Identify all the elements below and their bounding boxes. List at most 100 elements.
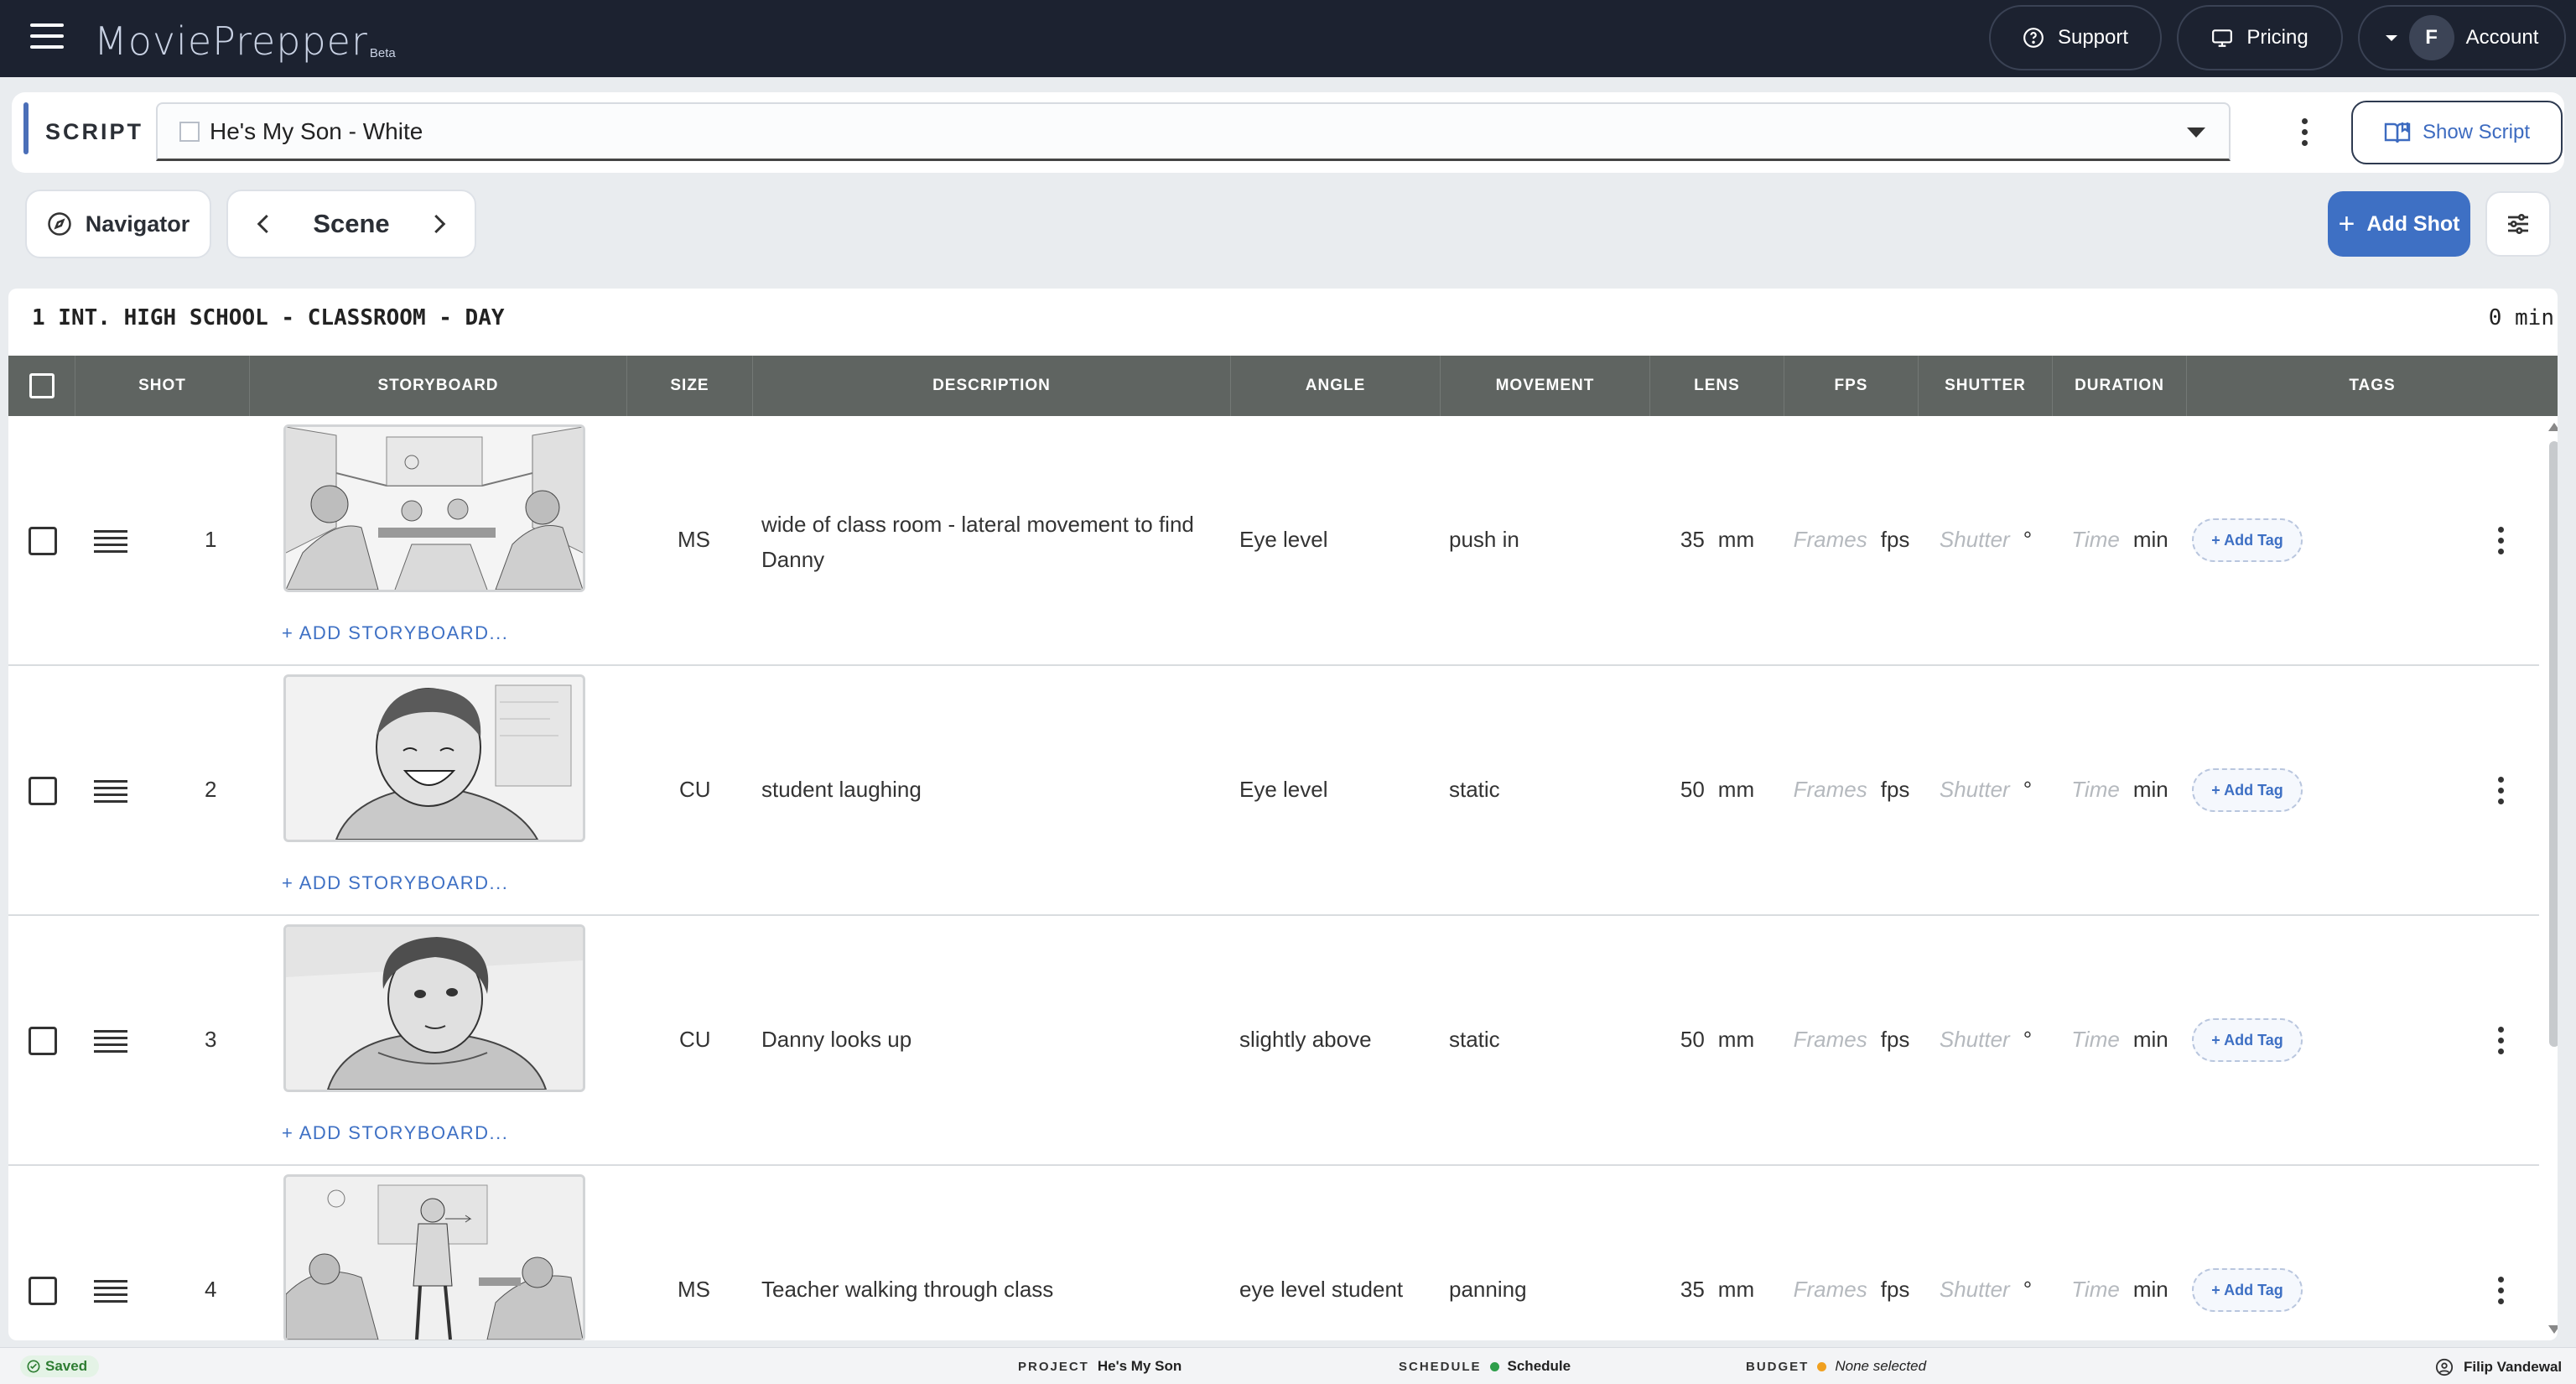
scroll-down-icon[interactable]: [2548, 1325, 2558, 1334]
column-header-duration[interactable]: DURATION: [2053, 356, 2187, 416]
lens-field[interactable]: 35 mm: [1652, 1277, 1783, 1303]
shot-size[interactable]: MS: [678, 527, 710, 553]
add-tag-button[interactable]: + Add Tag: [2192, 518, 2303, 562]
shot-angle[interactable]: eye level student: [1239, 1277, 1403, 1303]
shot-size[interactable]: MS: [678, 1277, 710, 1303]
drag-handle-icon[interactable]: [94, 530, 127, 557]
shot-description[interactable]: Danny looks up: [761, 1027, 911, 1053]
dropdown-arrow-icon: [2187, 127, 2205, 138]
duration-field[interactable]: Time min: [2054, 527, 2185, 553]
shot-number: 4: [205, 1277, 217, 1302]
column-header-angle[interactable]: ANGLE: [1231, 356, 1441, 416]
storyboard-image[interactable]: [283, 424, 585, 592]
duration-unit: min: [2132, 527, 2168, 552]
shutter-field[interactable]: Shutter °: [1920, 1277, 2051, 1303]
support-button[interactable]: Support: [1989, 5, 2162, 70]
lens-field[interactable]: 35 mm: [1652, 527, 1783, 553]
drag-handle-icon[interactable]: [94, 1280, 127, 1307]
duration-placeholder: Time: [2071, 1277, 2120, 1302]
script-select[interactable]: He's My Son - White: [156, 102, 2231, 161]
shutter-placeholder: Shutter: [1939, 777, 2010, 802]
fps-field[interactable]: Frames fps: [1786, 1277, 1917, 1303]
navigator-button[interactable]: Navigator: [25, 190, 211, 258]
column-header-fps[interactable]: FPS: [1784, 356, 1919, 416]
pricing-button[interactable]: Pricing: [2177, 5, 2343, 70]
project-status[interactable]: PROJECT He's My Son: [1018, 1358, 1182, 1375]
lens-value: 50: [1680, 1027, 1705, 1052]
project-label: PROJECT: [1018, 1359, 1089, 1374]
fps-field[interactable]: Frames fps: [1786, 1027, 1917, 1053]
shutter-field[interactable]: Shutter °: [1920, 777, 2051, 803]
scene-navigator: Scene: [226, 190, 476, 258]
add-storyboard-link[interactable]: + ADD STORYBOARD...: [282, 1122, 508, 1144]
app-logo[interactable]: MoviePrepper Beta: [94, 10, 396, 64]
storyboard-image[interactable]: [283, 1174, 585, 1340]
column-header-storyboard[interactable]: STORYBOARD: [250, 356, 627, 416]
duration-field[interactable]: Time min: [2054, 1027, 2185, 1053]
account-button[interactable]: F Account: [2358, 5, 2566, 70]
budget-value: None selected: [1835, 1358, 1927, 1374]
storyboard-image[interactable]: [283, 924, 585, 1092]
duration-field[interactable]: Time min: [2054, 777, 2185, 803]
shot-description[interactable]: student laughing: [761, 777, 922, 803]
drag-handle-icon[interactable]: [94, 780, 127, 807]
shot-angle[interactable]: Eye level: [1239, 777, 1328, 803]
column-header-shutter[interactable]: SHUTTER: [1919, 356, 2053, 416]
shutter-field[interactable]: Shutter °: [1920, 527, 2051, 553]
column-settings-button[interactable]: [2485, 191, 2551, 257]
row-more-menu-icon[interactable]: [2490, 1023, 2511, 1057]
shot-movement[interactable]: panning: [1449, 1277, 1527, 1303]
duration-field[interactable]: Time min: [2054, 1277, 2185, 1303]
shot-checkbox[interactable]: [29, 1277, 57, 1305]
scroll-up-icon[interactable]: [2548, 423, 2558, 431]
add-tag-button[interactable]: + Add Tag: [2192, 1268, 2303, 1312]
shot-checkbox[interactable]: [29, 1027, 57, 1055]
select-all-checkbox[interactable]: [29, 373, 55, 398]
column-header-shot[interactable]: SHOT: [75, 356, 250, 416]
drag-handle-icon[interactable]: [94, 1030, 127, 1057]
shot-checkbox[interactable]: [29, 777, 57, 805]
row-more-menu-icon[interactable]: [2490, 1273, 2511, 1307]
add-storyboard-link[interactable]: + ADD STORYBOARD...: [282, 622, 508, 644]
shot-angle[interactable]: slightly above: [1239, 1027, 1372, 1053]
schedule-value: Schedule: [1507, 1358, 1571, 1374]
shot-description[interactable]: wide of class room - lateral movement to…: [761, 507, 1214, 577]
add-tag-button[interactable]: + Add Tag: [2192, 768, 2303, 812]
plus-icon: +: [2338, 208, 2355, 240]
menu-icon[interactable]: [30, 23, 64, 52]
row-more-menu-icon[interactable]: [2490, 773, 2511, 807]
chevron-left-icon[interactable]: [252, 211, 277, 237]
column-header-size[interactable]: SIZE: [627, 356, 753, 416]
script-more-menu-icon[interactable]: [2286, 107, 2323, 156]
shot-movement[interactable]: static: [1449, 777, 1500, 803]
shot-movement[interactable]: static: [1449, 1027, 1500, 1053]
add-tag-button[interactable]: + Add Tag: [2192, 1018, 2303, 1062]
shot-movement[interactable]: push in: [1449, 527, 1519, 553]
schedule-status[interactable]: SCHEDULE Schedule: [1399, 1358, 1571, 1375]
scrollbar-thumb[interactable]: [2549, 441, 2558, 1047]
show-script-button[interactable]: Show Script: [2351, 101, 2563, 164]
fps-unit: fps: [1880, 1027, 1910, 1052]
user-status[interactable]: Filip Vandewal: [2435, 1358, 2562, 1376]
shot-checkbox[interactable]: [29, 527, 57, 555]
shutter-field[interactable]: Shutter °: [1920, 1027, 2051, 1053]
row-more-menu-icon[interactable]: [2490, 523, 2511, 557]
budget-status[interactable]: BUDGET None selected: [1746, 1358, 1926, 1375]
fps-field[interactable]: Frames fps: [1786, 527, 1917, 553]
shot-size[interactable]: CU: [679, 777, 711, 803]
column-header-tags[interactable]: TAGS: [2187, 356, 2558, 416]
column-header-description[interactable]: DESCRIPTION: [753, 356, 1231, 416]
storyboard-image[interactable]: [283, 674, 585, 842]
shot-list-scrollbar[interactable]: [2546, 416, 2558, 1340]
add-storyboard-link[interactable]: + ADD STORYBOARD...: [282, 872, 508, 894]
column-header-lens[interactable]: LENS: [1650, 356, 1784, 416]
lens-field[interactable]: 50 mm: [1652, 777, 1783, 803]
chevron-right-icon[interactable]: [426, 211, 451, 237]
shot-angle[interactable]: Eye level: [1239, 527, 1328, 553]
shot-description[interactable]: Teacher walking through class: [761, 1277, 1053, 1303]
shot-size[interactable]: CU: [679, 1027, 711, 1053]
add-shot-button[interactable]: + Add Shot: [2328, 191, 2470, 257]
fps-field[interactable]: Frames fps: [1786, 777, 1917, 803]
lens-field[interactable]: 50 mm: [1652, 1027, 1783, 1053]
column-header-movement[interactable]: MOVEMENT: [1441, 356, 1650, 416]
